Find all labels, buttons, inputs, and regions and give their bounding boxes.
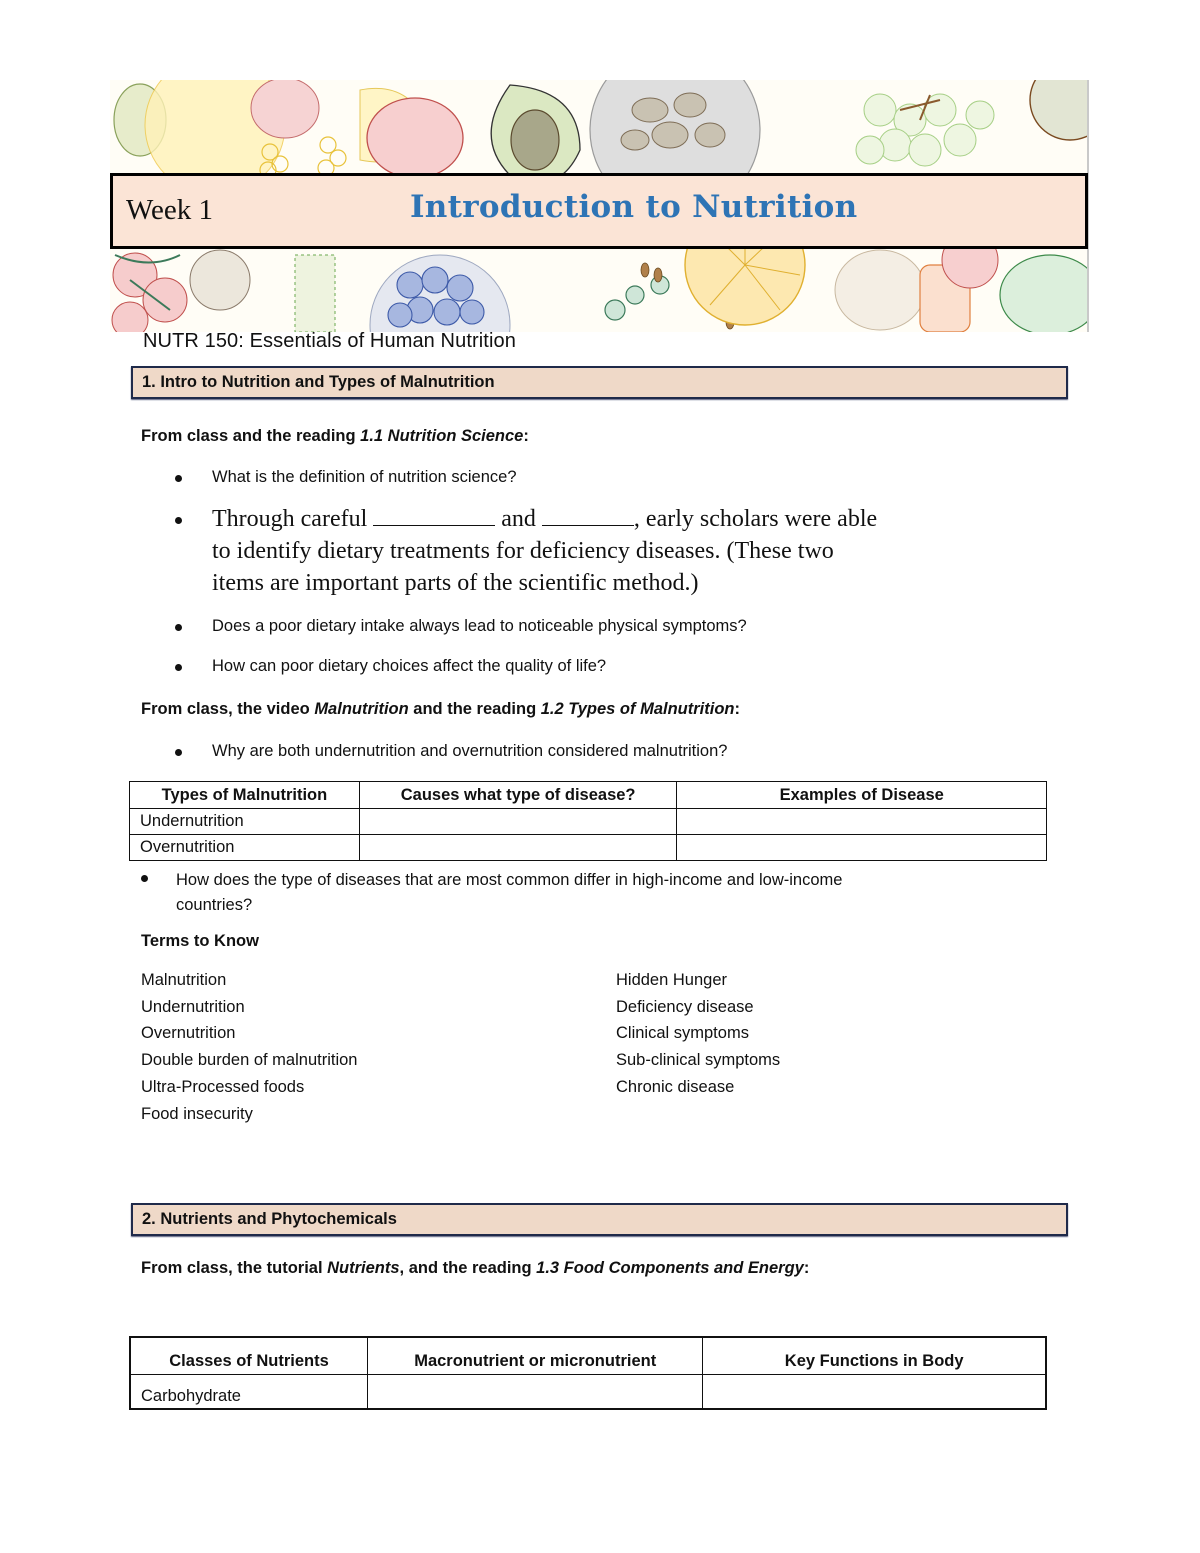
tomatoes-drawing <box>111 252 188 332</box>
celery-drawing <box>294 254 336 332</box>
radish-drawing <box>250 80 320 139</box>
table-cell-input[interactable] <box>358 834 678 861</box>
section-2-lead: From class, the tutorial Nutrients, and … <box>141 1259 809 1278</box>
section-1-title: 1. Intro to Nutrition and Types of Malnu… <box>142 373 495 391</box>
table-cell-input[interactable] <box>358 808 678 835</box>
title-box: Week 1 Introduction to Nutrition <box>110 173 1088 249</box>
reading-title: 1.2 Types of Malnutrition <box>540 700 735 718</box>
bullet-icon <box>175 749 182 756</box>
term-item: Sub-clinical symptoms <box>616 1051 781 1070</box>
table-header-row: Classes of Nutrients Macronutrient or mi… <box>129 1336 1047 1375</box>
question-item: Why are both undernutrition and overnutr… <box>212 742 728 760</box>
bullet-icon <box>175 664 182 671</box>
fill-in-line-3: items are important parts of the scienti… <box>212 570 699 596</box>
term-item: Food insecurity <box>141 1104 253 1123</box>
parsley-drawing <box>604 275 670 321</box>
table-cell-input[interactable] <box>702 1373 1047 1410</box>
terms-list-right: Hidden Hunger Deficiency disease Clinica… <box>616 967 780 1101</box>
lead-text: , and the reading <box>399 1259 537 1277</box>
term-item: Malnutrition <box>141 971 227 989</box>
term-item: Double burden of malnutrition <box>141 1051 358 1070</box>
fill-in-line-2: to identify dietary treatments for defic… <box>212 538 834 564</box>
bullet-icon <box>175 475 182 482</box>
tutorial-title: Nutrients <box>327 1259 400 1277</box>
section-1-lead-1: From class and the reading 1.1 Nutrition… <box>141 427 529 446</box>
table-cell-input[interactable] <box>676 834 1047 861</box>
fill-in-question: Through careful and , early scholars wer… <box>212 503 1052 599</box>
term-item: Ultra-Processed foods <box>141 1077 305 1096</box>
table-row: Carbohydrate <box>129 1373 1047 1410</box>
fill-in-text: and <box>495 506 542 532</box>
question-item: Does a poor dietary intake always lead t… <box>212 617 747 635</box>
bullet-icon <box>141 875 148 882</box>
table-header: Key Functions in Body <box>702 1336 1047 1375</box>
reading-title: 1.3 Food Components and Energy <box>536 1259 804 1277</box>
term-item: Undernutrition <box>141 997 245 1016</box>
lead-suffix: : <box>803 1259 810 1277</box>
lead-text: From class, the video <box>141 700 315 718</box>
cabbage-drawing <box>999 254 1088 332</box>
question-item: How can poor dietary choices affect the … <box>212 657 607 675</box>
table-header: Causes what type of disease? <box>358 781 678 809</box>
lead-text: and the reading <box>408 700 541 718</box>
terms-heading: Terms to Know <box>141 932 259 950</box>
term-item: Clinical symptoms <box>616 1024 749 1043</box>
table-row: Overnutrition <box>129 834 1047 861</box>
nutrients-table: Classes of Nutrients Macronutrient or mi… <box>129 1336 1047 1410</box>
section-2-header: 2. Nutrients and Phytochemicals <box>131 1203 1068 1236</box>
question-line: countries? <box>176 896 253 914</box>
table-header-row: Types of Malnutrition Causes what type o… <box>129 781 1047 809</box>
table-cell: Carbohydrate <box>129 1373 369 1410</box>
strawberry-drawing <box>366 97 464 179</box>
fill-in-blank-1[interactable] <box>373 505 496 526</box>
question-item: How does the type of diseases that are m… <box>176 868 842 918</box>
bullet-icon <box>175 624 182 631</box>
term-item: Deficiency disease <box>616 997 754 1016</box>
terms-list-left: Malnutrition Undernutrition Overnutritio… <box>141 967 357 1127</box>
lead-suffix: : <box>734 700 741 718</box>
week-label: Week 1 <box>126 194 214 226</box>
grapes-drawing <box>855 93 995 167</box>
fill-in-line-1: Through careful and , early scholars wer… <box>212 503 1052 535</box>
lead-text: From class and the reading <box>141 427 361 445</box>
term-item: Hidden Hunger <box>616 971 727 989</box>
table-header: Types of Malnutrition <box>129 781 360 809</box>
video-title: Malnutrition <box>314 700 409 718</box>
lead-text: From class, the tutorial <box>141 1259 328 1277</box>
document-title: Introduction to Nutrition <box>410 189 858 225</box>
bullet-icon <box>175 517 182 524</box>
potato-drawing <box>834 249 926 331</box>
table-row: Undernutrition <box>129 808 1047 835</box>
fill-in-blank-2[interactable] <box>541 505 634 526</box>
table-header: Macronutrient or micronutrient <box>367 1336 704 1375</box>
malnutrition-table: Types of Malnutrition Causes what type o… <box>129 781 1047 861</box>
lead-suffix: : <box>523 427 529 445</box>
section-2-title: 2. Nutrients and Phytochemicals <box>142 1210 397 1228</box>
table-cell: Overnutrition <box>129 834 360 861</box>
table-cell-input[interactable] <box>367 1373 704 1410</box>
question-line: How does the type of diseases that are m… <box>176 871 843 889</box>
term-item: Chronic disease <box>616 1077 735 1096</box>
table-header: Classes of Nutrients <box>129 1336 369 1375</box>
table-header: Examples of Disease <box>676 781 1047 809</box>
question-item: What is the definition of nutrition scie… <box>212 468 517 486</box>
section-1-lead-2: From class, the video Malnutrition and t… <box>141 700 740 719</box>
avocado-pit <box>510 109 560 171</box>
reading-title: 1.1 Nutrition Science <box>360 427 524 445</box>
fill-in-text: Through careful <box>212 506 374 532</box>
kiwi-drawing <box>1029 80 1088 141</box>
table-cell: Undernutrition <box>129 808 360 835</box>
course-title: NUTR 150: Essentials of Human Nutrition <box>143 330 516 352</box>
table-cell-input[interactable] <box>676 808 1047 835</box>
mushroom-drawing <box>189 249 251 311</box>
fill-in-text: , early scholars were able <box>633 506 878 532</box>
section-1-header: 1. Intro to Nutrition and Types of Malnu… <box>131 366 1068 399</box>
term-item: Overnutrition <box>141 1024 236 1043</box>
